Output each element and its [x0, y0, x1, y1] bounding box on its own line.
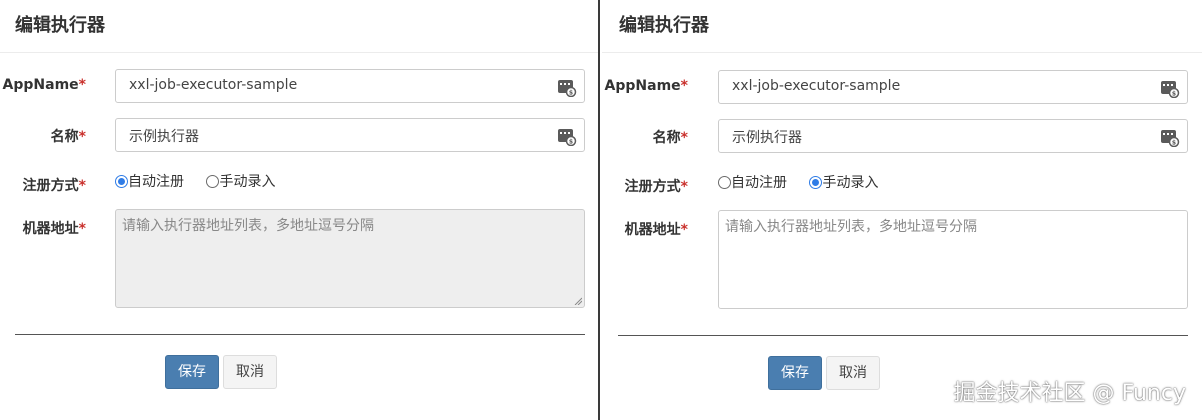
modal-title: 编辑执行器	[619, 15, 709, 36]
address-textarea: 请输入执行器地址列表，多地址逗号分隔	[115, 209, 585, 308]
radio-button-unchecked[interactable]	[206, 175, 220, 188]
address-label: 机器地址*	[22, 221, 86, 237]
radio-button-checked[interactable]	[115, 175, 128, 188]
appname-input[interactable]: xxl-job-executor-sample $	[718, 70, 1188, 104]
name-value: 示例执行器	[732, 130, 802, 146]
radio-button-unchecked[interactable]	[718, 176, 731, 189]
save-button[interactable]: 保存	[768, 356, 822, 390]
required-mark: *	[680, 78, 688, 94]
appname-label: AppName*	[2, 77, 86, 93]
address-placeholder: 请输入执行器地址列表，多地址逗号分隔	[122, 218, 374, 234]
register-label: 注册方式*	[22, 178, 86, 194]
address-textarea[interactable]: 请输入执行器地址列表，多地址逗号分隔	[718, 210, 1188, 309]
svg-text:$: $	[1172, 140, 1176, 147]
radio-manual-entry[interactable]: 手动录入	[809, 172, 878, 192]
modal-header: 编辑执行器	[602, 0, 1202, 53]
cancel-button[interactable]: 取消	[826, 356, 880, 390]
radio-auto-register[interactable]: 自动注册	[718, 172, 787, 192]
password-manager-icon[interactable]: $	[557, 77, 577, 97]
modal-header: 编辑执行器	[0, 0, 598, 53]
radio-button-checked[interactable]	[809, 176, 823, 189]
svg-text:$: $	[569, 90, 573, 97]
radio-auto-register[interactable]: 自动注册	[115, 171, 184, 191]
watermark: 掘金技术社区 @ Funcy	[953, 381, 1186, 406]
address-placeholder: 请输入执行器地址列表，多地址逗号分隔	[725, 219, 977, 235]
name-input[interactable]: 示例执行器 $	[115, 118, 585, 152]
register-label: 注册方式*	[624, 179, 688, 195]
password-manager-icon[interactable]: $	[1160, 127, 1180, 147]
appname-value: xxl-job-executor-sample	[129, 77, 298, 93]
svg-text:$: $	[569, 139, 573, 146]
required-mark: *	[680, 179, 688, 195]
form-divider	[618, 335, 1188, 336]
register-radio-group: 自动注册 手动录入	[718, 172, 878, 192]
appname-value: xxl-job-executor-sample	[732, 78, 901, 94]
edit-executor-modal-manual: 编辑执行器 AppName* xxl-job-executor-sample $…	[602, 0, 1202, 420]
password-manager-icon[interactable]: $	[1160, 78, 1180, 98]
appname-label: AppName*	[604, 78, 688, 94]
radio-manual-entry[interactable]: 手动录入	[206, 171, 275, 191]
address-label: 机器地址*	[624, 222, 688, 238]
appname-input[interactable]: xxl-job-executor-sample $	[115, 69, 585, 103]
required-mark: *	[78, 221, 86, 237]
required-mark: *	[680, 130, 688, 146]
required-mark: *	[78, 129, 86, 145]
form-divider	[15, 334, 585, 335]
required-mark: *	[680, 222, 688, 238]
edit-executor-modal-auto: 编辑执行器 AppName* xxl-job-executor-sample $…	[0, 0, 600, 420]
modal-title: 编辑执行器	[15, 15, 105, 36]
required-mark: *	[78, 178, 86, 194]
password-manager-icon[interactable]: $	[557, 126, 577, 146]
save-button[interactable]: 保存	[165, 355, 219, 389]
svg-text:$: $	[1172, 91, 1176, 98]
required-mark: *	[78, 77, 86, 93]
name-label: 名称*	[50, 129, 86, 145]
cancel-button[interactable]: 取消	[223, 355, 277, 389]
name-input[interactable]: 示例执行器 $	[718, 119, 1188, 153]
resize-grip-icon	[574, 297, 582, 305]
name-value: 示例执行器	[129, 129, 199, 145]
name-label: 名称*	[652, 130, 688, 146]
register-radio-group: 自动注册 手动录入	[115, 171, 275, 191]
